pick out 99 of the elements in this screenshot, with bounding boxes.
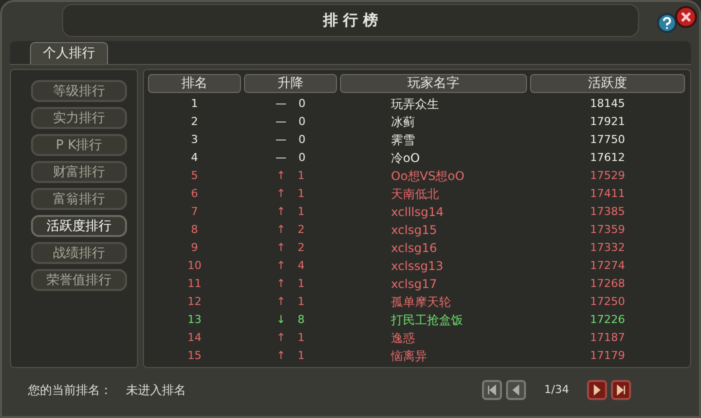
table-cell-text: 6 [190,186,199,202]
table-cell-text: 2 [298,240,305,256]
help-icon[interactable] [657,13,677,33]
trend-arrow: ↑ [276,258,286,274]
next-icon [591,384,603,396]
table-cell-text: 4 [298,258,305,274]
table-cell-text: 1 [298,186,305,202]
trend-arrow: ↑ [276,276,286,292]
table-cell-text: 冰蓟 [390,114,416,131]
page-indicator: 1/34 [544,382,569,398]
trend-arrow: ↑ [276,330,286,346]
column-header: 升降 [244,74,337,93]
trend-arrow: — [276,150,286,166]
table-cell-text: 1 [298,294,305,310]
table-cell-text: xclllsg14 [390,204,445,221]
trend-arrow: ↑ [276,168,286,184]
table-cell-text: 10 [186,258,202,274]
close-icon[interactable] [675,6,697,28]
trend-arrow: ↑ [276,186,286,202]
sidebar-button[interactable]: P K排行 [31,134,127,156]
table-cell-text: 17750 [589,132,626,148]
sidebar-button[interactable]: 战绩排行 [31,242,127,264]
table-cell-text: 5 [190,168,199,184]
table-cell-text: 12 [186,294,202,310]
window-title: 排 行 榜 [322,10,378,32]
column-header: 活跃度 [530,74,685,93]
table-cell-text: 17187 [589,330,626,346]
table-cell-text: 17612 [589,150,626,166]
table-cell-text: xclsg15 [390,222,438,239]
trend-arrow: ↑ [276,240,286,256]
table-cell-text: 4 [190,150,199,166]
table-cell-text: 17529 [589,168,626,184]
table-cell-text: 17359 [589,222,626,238]
table-cell-text: xclssg13 [390,258,444,275]
table-cell-text: 17226 [589,312,626,328]
table-cell-text: 1 [298,204,305,220]
table-cell-text: 3 [190,132,199,148]
next-page-button[interactable] [587,380,607,400]
table-cell-text: 冷oO [390,150,421,167]
trend-arrow: — [276,132,286,148]
table-cell-text: 17332 [589,240,626,256]
table-cell-text: 打民工抢盒饭 [390,312,464,329]
column-header: 排名 [148,74,241,93]
trend-arrow: ↑ [276,222,286,238]
table-cell-text: 1 [298,330,305,346]
table-cell-text: Oo想VS想oO [390,168,466,185]
table-cell-text: 7 [190,204,199,220]
column-header: 玩家名字 [340,74,527,93]
current-rank-label: 您的当前排名： [28,382,112,399]
table-cell-text: 17921 [589,114,626,130]
table-cell-text: 0 [298,96,306,112]
table-cell-text: 玩弄众生 [390,96,440,113]
trend-arrow: ↑ [276,348,286,364]
table-cell-text: 0 [298,132,306,148]
skip-last-icon [615,384,627,396]
table-cell-text: 17385 [589,204,626,220]
table-cell-text: 2 [190,114,199,130]
table-cell-text: 逸惑 [390,330,416,347]
trend-arrow: ↓ [276,312,286,328]
table-cell-text: 17179 [589,348,626,364]
trend-arrow: — [276,114,286,130]
table-cell-text: 1 [190,96,199,112]
sidebar-button[interactable]: 财富排行 [31,161,127,183]
table-cell-text: 恼离异 [390,348,428,365]
sidebar-button[interactable]: 富翁排行 [31,188,127,210]
table-cell-text: 0 [298,114,306,130]
table-cell-text: 8 [298,312,305,328]
table-cell-text: 11 [186,276,202,292]
table-cell-text: 1 [298,168,305,184]
table-cell-text: 0 [298,150,306,166]
table-cell-text: 17274 [589,258,626,274]
table-cell-text: 2 [298,222,305,238]
trend-arrow: ↑ [276,294,286,310]
current-rank-value: 未进入排名 [126,382,186,399]
tab[interactable]: 个人排行 [30,42,108,64]
table-cell-text: 14 [186,330,202,346]
table-cell-text: 1 [298,276,305,292]
trend-arrow: — [276,96,286,112]
table-cell-text: 1 [298,348,305,364]
table-cell-text: 18145 [589,96,626,112]
sidebar-button[interactable]: 活跃度排行 [31,215,127,237]
table-cell-text: 17250 [589,294,626,310]
table-cell-text: xclsg16 [390,240,438,257]
table-cell-text: 8 [190,222,199,238]
sidebar-button[interactable]: 实力排行 [31,107,127,129]
table-cell-text: 13 [186,312,202,328]
table-cell-text: 9 [190,240,199,256]
sidebar-button[interactable]: 荣誉值排行 [31,269,127,291]
skip-first-icon [486,384,498,396]
sidebar-button[interactable]: 等级排行 [31,80,127,102]
table-cell-text: xclsg17 [390,276,438,293]
table-cell-text: 17268 [589,276,626,292]
table-cell-text: 天南低北 [390,186,440,203]
table-cell-text: 17411 [589,186,626,202]
table-cell-text: 孤单摩天轮 [390,294,452,311]
table-cell-text: 15 [186,348,202,364]
trend-arrow: ↑ [276,204,286,220]
last-page-button[interactable] [611,380,631,400]
table-cell-text: 霁雪 [390,132,416,149]
